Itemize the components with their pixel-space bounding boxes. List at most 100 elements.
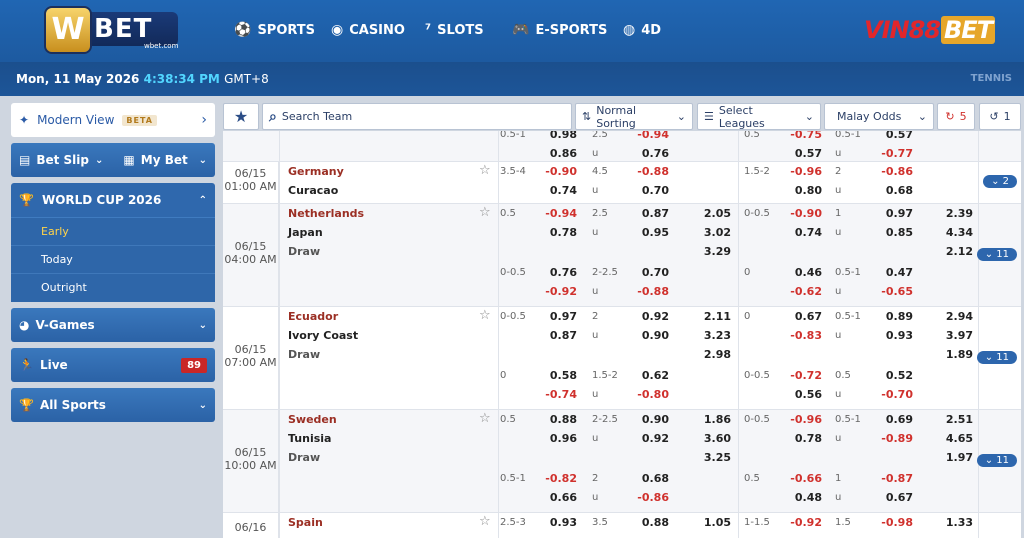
ht-handicap-away-odds[interactable]: 0.57 — [778, 147, 822, 160]
away-team[interactable]: Curacao — [288, 184, 338, 197]
nav-esports[interactable]: 🎮 E-SPORTS — [512, 20, 607, 40]
chevron-down-icon[interactable]: ⌄ — [95, 155, 103, 166]
ft-over-odds[interactable]: 0.62 — [625, 369, 669, 382]
odds-type-dropdown[interactable]: Malay Odds ⌄ — [824, 103, 934, 130]
favorite-star-icon[interactable]: ☆ — [479, 205, 491, 220]
ft-handicap-home-odds[interactable]: -0.94 — [533, 207, 577, 220]
ft-over-odds[interactable]: -0.94 — [625, 131, 669, 141]
ft-under-odds[interactable]: -0.80 — [625, 388, 669, 401]
ft-1x2-home[interactable]: 2.11 — [687, 310, 731, 323]
favorite-star-icon[interactable]: ☆ — [479, 514, 491, 529]
ht-handicap-home-odds[interactable]: -0.75 — [778, 131, 822, 141]
leagues-dropdown[interactable]: ☰ Select Leagues ⌄ — [697, 103, 821, 130]
v-games-menu[interactable]: ◕ V-Games ⌄ — [11, 308, 215, 342]
away-team[interactable]: Ivory Coast — [288, 329, 358, 342]
ht-handicap-home-odds[interactable]: -0.72 — [778, 369, 822, 382]
ft-1x2-home[interactable]: 1.05 — [687, 516, 731, 529]
more-markets-button[interactable]: ⌄ 2 — [983, 175, 1017, 188]
ft-over-odds[interactable]: -0.88 — [625, 165, 669, 178]
ht-handicap-home-odds[interactable]: 0.46 — [778, 266, 822, 279]
home-team[interactable]: Ecuador — [288, 310, 338, 323]
ht-over-odds[interactable]: 0.69 — [869, 413, 913, 426]
ft-1x2-draw[interactable]: 3.29 — [687, 245, 731, 258]
home-team[interactable]: Spain — [288, 516, 323, 529]
ht-1x2-home[interactable]: 2.94 — [929, 310, 973, 323]
ft-handicap-home-odds[interactable]: 0.97 — [533, 310, 577, 323]
ht-under-odds[interactable]: -0.89 — [869, 432, 913, 445]
more-markets-button[interactable]: ⌄ 11 — [976, 453, 1017, 467]
ht-handicap-home-odds[interactable]: -0.96 — [778, 413, 822, 426]
submenu-outright[interactable]: Outright — [11, 274, 215, 302]
modern-view-button[interactable]: ✦ Modern View BETA › — [11, 103, 215, 137]
ft-handicap-away-odds[interactable]: 0.74 — [533, 184, 577, 197]
ft-handicap-home-odds[interactable]: 0.58 — [533, 369, 577, 382]
ft-handicap-away-odds[interactable]: -0.92 — [533, 285, 577, 298]
ht-over-odds[interactable]: 0.97 — [869, 207, 913, 220]
ht-handicap-away-odds[interactable]: 0.74 — [778, 226, 822, 239]
ht-handicap-home-odds[interactable]: -0.92 — [778, 516, 822, 529]
ht-over-odds[interactable]: 0.52 — [869, 369, 913, 382]
ft-1x2-home[interactable]: 1.86 — [687, 413, 731, 426]
ft-1x2-draw[interactable]: 2.98 — [687, 348, 731, 361]
ht-handicap-away-odds[interactable]: -0.62 — [778, 285, 822, 298]
ht-handicap-away-odds[interactable]: 0.48 — [778, 491, 822, 504]
ht-1x2-home[interactable]: 1.33 — [929, 516, 973, 529]
ft-handicap-home-odds[interactable]: 0.93 — [533, 516, 577, 529]
ht-under-odds[interactable]: -0.65 — [869, 285, 913, 298]
ft-under-odds[interactable]: -0.88 — [625, 285, 669, 298]
ht-under-odds[interactable]: 0.85 — [869, 226, 913, 239]
ft-under-odds[interactable]: 0.70 — [625, 184, 669, 197]
ht-under-odds[interactable]: 0.68 — [869, 184, 913, 197]
ft-1x2-away[interactable]: 3.02 — [687, 226, 731, 239]
ft-over-odds[interactable]: 0.92 — [625, 310, 669, 323]
ft-under-odds[interactable]: 0.76 — [625, 147, 669, 160]
chevron-down-icon[interactable]: ⌄ — [199, 155, 207, 166]
ft-handicap-away-odds[interactable]: -0.74 — [533, 388, 577, 401]
ht-under-odds[interactable]: 0.93 — [869, 329, 913, 342]
nav-slots[interactable]: ⁷ SLOTS — [425, 20, 484, 40]
ft-handicap-home-odds[interactable]: -0.82 — [533, 472, 577, 485]
nav-sports[interactable]: ⚽ SPORTS — [234, 20, 315, 40]
wbet-logo[interactable]: BET W wbet.com — [46, 8, 178, 52]
ht-handicap-away-odds[interactable]: 0.56 — [778, 388, 822, 401]
ft-over-odds[interactable]: 0.87 — [625, 207, 669, 220]
more-markets-button[interactable]: ⌄ 11 — [976, 350, 1017, 364]
favorite-star-icon[interactable]: ☆ — [479, 411, 491, 426]
ht-handicap-away-odds[interactable]: -0.83 — [778, 329, 822, 342]
ht-over-odds[interactable]: 0.89 — [869, 310, 913, 323]
home-team[interactable]: Sweden — [288, 413, 337, 426]
ft-1x2-draw[interactable]: 3.25 — [687, 451, 731, 464]
ft-1x2-away[interactable]: 3.60 — [687, 432, 731, 445]
my-bet-tab[interactable]: My Bet — [141, 153, 188, 167]
partner-logo[interactable]: VIN88 BET — [864, 14, 1012, 46]
ht-under-odds[interactable]: 0.67 — [869, 491, 913, 504]
ft-handicap-away-odds[interactable]: 0.87 — [533, 329, 577, 342]
ht-handicap-home-odds[interactable]: -0.90 — [778, 207, 822, 220]
ht-1x2-away[interactable]: 4.34 — [929, 226, 973, 239]
search-input[interactable]: Search Team — [282, 110, 352, 123]
ht-1x2-away[interactable]: 4.65 — [929, 432, 973, 445]
home-team[interactable]: Netherlands — [288, 207, 364, 220]
ft-over-odds[interactable]: 0.90 — [625, 413, 669, 426]
refresh-button[interactable]: ↻ 5 — [937, 103, 975, 130]
ht-handicap-home-odds[interactable]: 0.67 — [778, 310, 822, 323]
sorting-dropdown[interactable]: ⇅ Normal Sorting ⌄ — [575, 103, 693, 130]
ht-1x2-away[interactable]: 3.97 — [929, 329, 973, 342]
ft-handicap-away-odds[interactable]: 0.78 — [533, 226, 577, 239]
ft-under-odds[interactable]: 0.95 — [625, 226, 669, 239]
ft-handicap-home-odds[interactable]: 0.88 — [533, 413, 577, 426]
ht-under-odds[interactable]: -0.77 — [869, 147, 913, 160]
bet-slip-tab[interactable]: Bet Slip — [36, 153, 89, 167]
ht-over-odds[interactable]: 0.47 — [869, 266, 913, 279]
ht-over-odds[interactable]: -0.98 — [869, 516, 913, 529]
ft-handicap-home-odds[interactable]: 0.76 — [533, 266, 577, 279]
home-team[interactable]: Germany — [288, 165, 344, 178]
nav-4d[interactable]: ◍ 4D — [623, 20, 661, 40]
ht-1x2-home[interactable]: 2.51 — [929, 413, 973, 426]
back-button[interactable]: ↺ 1 — [979, 103, 1021, 130]
favorites-button[interactable]: ★ — [223, 103, 259, 130]
ht-1x2-draw[interactable]: 1.97 — [929, 451, 973, 464]
favorite-star-icon[interactable]: ☆ — [479, 163, 491, 178]
search-box[interactable]: ⌕ Search Team — [262, 103, 572, 130]
ht-handicap-home-odds[interactable]: -0.96 — [778, 165, 822, 178]
